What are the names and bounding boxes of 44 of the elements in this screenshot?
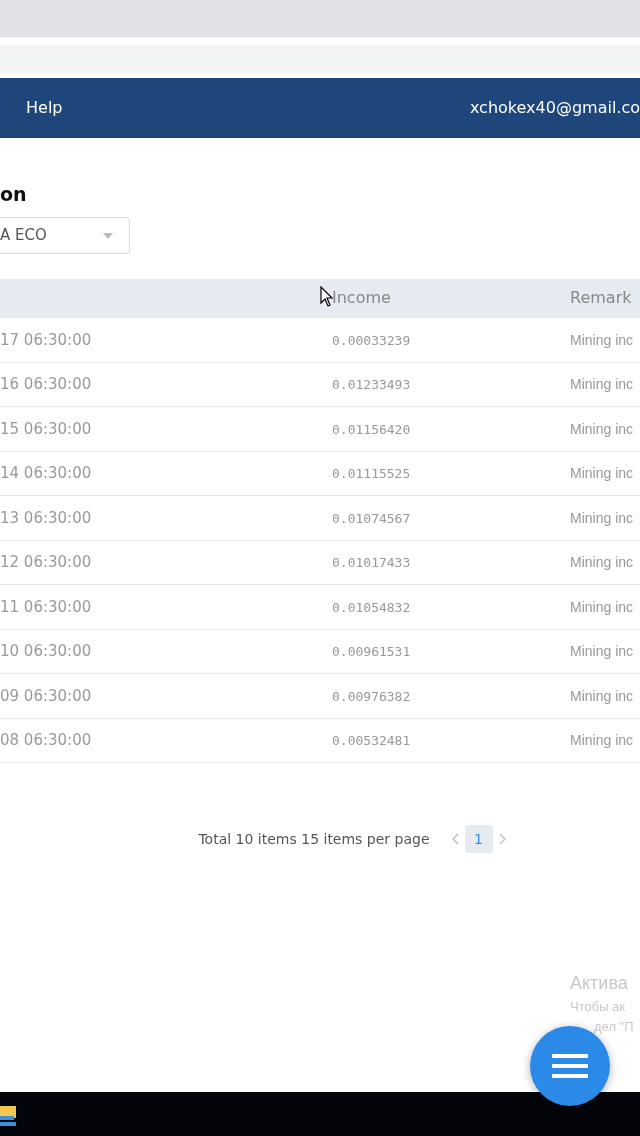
table-cell: Mining inc [570,598,634,615]
table-cell: Mining inc [570,687,634,704]
pagination-summary: Total 10 items 15 items per page [198,829,430,849]
table-cell: Mining inc [570,331,634,348]
table-cell: 10 06:30:00 [0,642,92,660]
table-cell: Mining inc [570,376,634,392]
table-cell: Mining inc [570,643,634,659]
table-cell: Mining inc [570,465,634,481]
folder-icon[interactable] [0,1104,16,1126]
table-cell: 12 06:30:00 [0,553,92,571]
table-cell: 17 06:30:00 [0,330,92,349]
table-cell: Mining inc [570,554,634,570]
table-cell: 0.01074567 [332,510,411,526]
column-header: Remark [570,288,632,307]
select-dropdown[interactable]: A ECO [0,217,130,254]
select-value: A ECO [0,225,47,247]
menu-icon [552,1054,588,1078]
table-cell: 0.00532481 [332,733,411,748]
chevron-icon [451,833,459,846]
table-cell: 13 06:30:00 [0,508,92,527]
table-cell: 16 06:30:00 [0,375,92,393]
table-cell: Mining inc [570,420,634,437]
caret-icon [103,232,113,239]
table-cell: 0.01156420 [332,421,411,437]
nav-link[interactable]: Help [26,96,63,120]
table-cell: 0.01233493 [332,377,411,392]
table-cell: 11 06:30:00 [0,597,92,616]
table-cell: Mining inc [570,732,634,748]
table-cell: 15 06:30:00 [0,419,92,438]
chevron-icon [498,833,506,846]
table-cell: 14 06:30:00 [0,464,92,482]
page-title: on [0,182,28,206]
table-cell: 0.00961531 [332,644,411,659]
cursor-icon [320,286,334,307]
table-cell: 0.00033239 [332,332,411,348]
table-cell: 09 06:30:00 [0,686,92,705]
table-cell: 0.01017433 [332,555,411,570]
table-cell: 08 06:30:00 [0,731,92,749]
table-cell: 0.01115525 [332,466,411,481]
column-header: Income [332,288,391,307]
table-cell: 0.00976382 [332,688,411,704]
table-cell: Mining inc [570,509,634,526]
table-cell: 0.01054832 [332,599,411,615]
account-email[interactable]: xchokex40@gmail.co [469,96,640,120]
